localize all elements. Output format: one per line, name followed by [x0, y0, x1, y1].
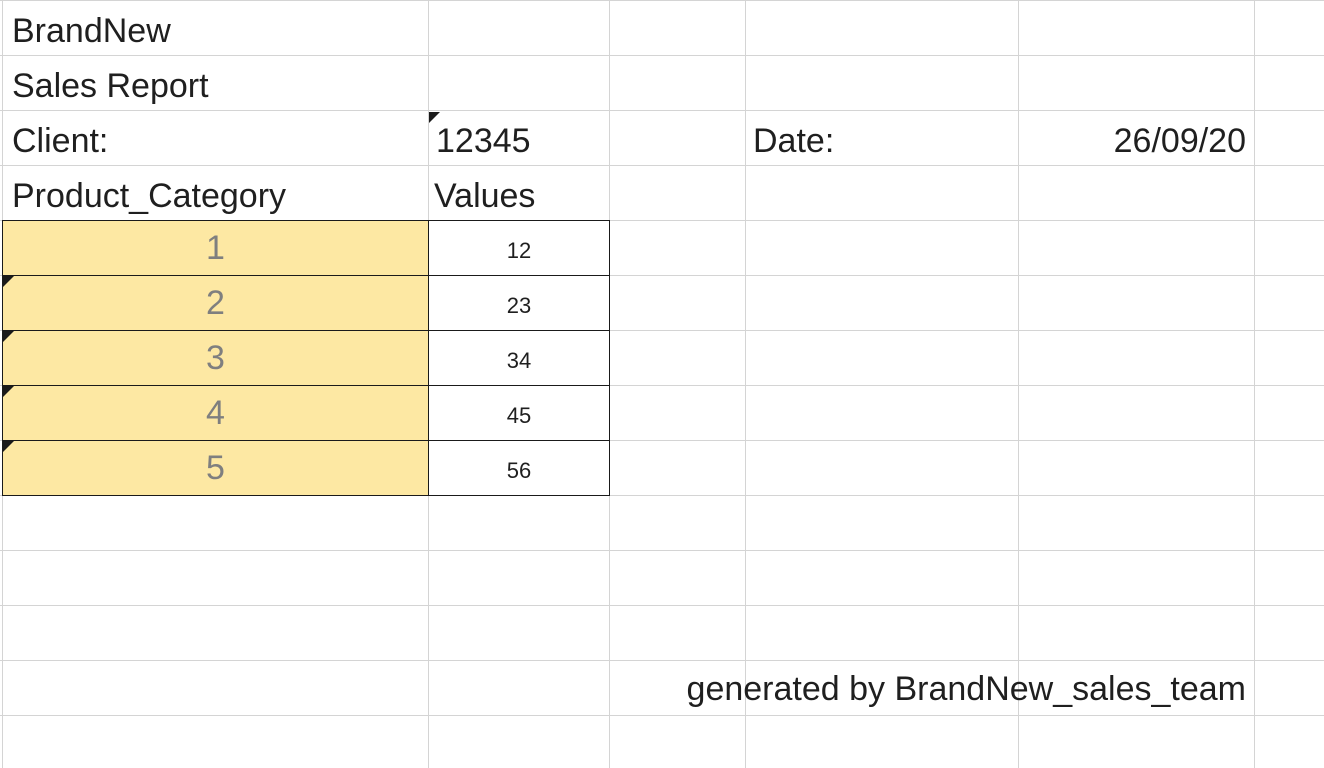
error-indicator-icon [3, 386, 14, 397]
gridline [0, 550, 1324, 551]
date-value-cell[interactable]: 26/09/20 [1018, 114, 1254, 169]
gridline [0, 660, 1324, 661]
category-cell[interactable]: 2 [2, 275, 429, 331]
gridline [0, 605, 1324, 606]
footer-note-cell[interactable]: generated by BrandNew_sales_team [609, 662, 1254, 717]
error-indicator-icon [3, 331, 14, 342]
category-cell[interactable]: 1 [2, 220, 429, 276]
client-value-cell[interactable]: 12345 [428, 114, 609, 169]
category-cell[interactable]: 5 [2, 440, 429, 496]
category-header-cell[interactable]: Product_Category [2, 169, 428, 224]
value-cell[interactable]: 56 [428, 440, 610, 496]
value-cell[interactable]: 23 [428, 275, 610, 331]
values-header-cell[interactable]: Values [428, 169, 609, 224]
brand-cell[interactable]: BrandNew [2, 4, 428, 59]
error-indicator-icon [429, 112, 440, 123]
category-cell[interactable]: 4 [2, 385, 429, 441]
gridline [1254, 0, 1255, 768]
gridline [0, 0, 1324, 1]
date-label-cell[interactable]: Date: [745, 114, 1018, 169]
category-cell[interactable]: 3 [2, 330, 429, 386]
error-indicator-icon [3, 441, 14, 452]
value-cell[interactable]: 34 [428, 330, 610, 386]
spreadsheet-grid: BrandNew Sales Report Client: 12345 Date… [0, 0, 1324, 768]
report-title-cell[interactable]: Sales Report [2, 59, 428, 114]
error-indicator-icon [3, 276, 14, 287]
value-cell[interactable]: 45 [428, 385, 610, 441]
value-cell[interactable]: 12 [428, 220, 610, 276]
client-label-cell[interactable]: Client: [2, 114, 428, 169]
